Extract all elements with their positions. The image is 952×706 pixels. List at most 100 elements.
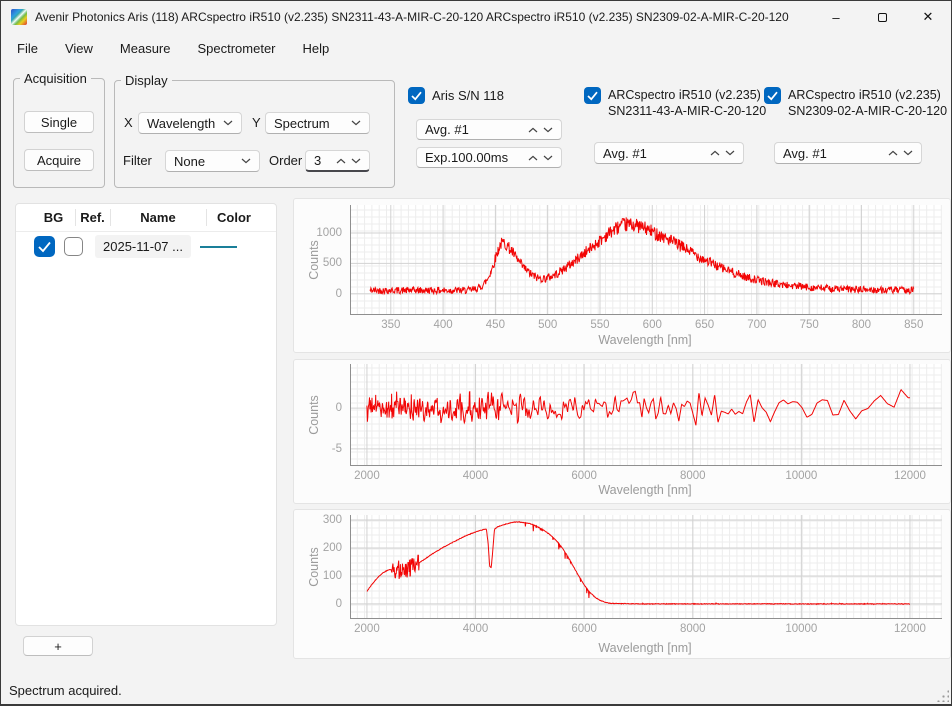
table-header-color: Color: [206, 208, 262, 228]
spectro2-device-checkbox-row: ARCspectro iR510 (v2.235) SN2309-02-A-MI…: [764, 87, 947, 119]
y-axis-select[interactable]: Spectrum: [265, 112, 370, 134]
x-axis-label: Wavelength [nm]: [350, 483, 940, 497]
chevron-up-icon[interactable]: [528, 127, 538, 133]
spectro2-checkbox-label: ARCspectro iR510 (v2.235) SN2309-02-A-MI…: [788, 87, 947, 119]
ref-checkbox[interactable]: [64, 237, 83, 256]
spectrum-name-cell[interactable]: 2025-11-07 ...: [95, 235, 191, 258]
spectro2-averaging-spinner[interactable]: Avg. #1: [774, 142, 922, 164]
x-tick-label: 12000: [894, 470, 926, 482]
close-button[interactable]: ✕: [905, 1, 951, 33]
chevron-up-icon[interactable]: [710, 150, 720, 156]
filter-select[interactable]: None: [165, 150, 260, 172]
x-tick-label: 4000: [463, 623, 489, 635]
x-axis-select-label: X: [124, 115, 133, 130]
chevron-down-icon[interactable]: [543, 155, 553, 161]
x-tick-label: 2000: [354, 470, 380, 482]
check-icon: [584, 87, 601, 104]
chevron-down-icon[interactable]: [903, 150, 913, 156]
aris-checkbox[interactable]: [408, 87, 425, 104]
y-tick-label: 500: [294, 255, 342, 271]
x-tick-label: 8000: [680, 623, 706, 635]
display-group: Display X Wavelength Y Spectrum Filter N…: [114, 80, 395, 188]
menu-measure[interactable]: Measure: [120, 41, 171, 56]
spectro1-checkbox[interactable]: [584, 87, 601, 104]
y-axis-select-label: Y: [252, 115, 261, 130]
header-separator: [75, 209, 76, 226]
x-tick-label: 6000: [571, 623, 597, 635]
y-tick-label: 1000: [294, 225, 342, 241]
plot-area[interactable]: [350, 364, 942, 466]
menu-file[interactable]: File: [17, 41, 38, 56]
spectrum-color-swatch[interactable]: [200, 246, 237, 248]
x-tick-label: 10000: [785, 623, 817, 635]
order-spinner-label: Order: [269, 153, 302, 168]
spectro1-averaging-spinner[interactable]: Avg. #1: [594, 142, 744, 164]
app-window: Avenir Photonics Aris (118) ARCspectro i…: [0, 0, 952, 706]
aris-exposure-spinner[interactable]: Exp.100.00ms: [416, 147, 562, 168]
chevron-up-icon[interactable]: [528, 155, 538, 161]
aris-checkbox-label: Aris S/N 118: [432, 87, 504, 104]
plot-area[interactable]: [350, 205, 942, 315]
check-icon: [408, 87, 425, 104]
table-header-bg: BG: [32, 208, 75, 228]
x-tick-label: 400: [433, 319, 452, 331]
x-tick-label: 6000: [571, 470, 597, 482]
single-button[interactable]: Single: [24, 111, 94, 133]
bg-checkbox[interactable]: [34, 236, 55, 257]
spectrum-plot-svg: [350, 515, 942, 619]
header-separator: [206, 209, 207, 226]
acquisition-group-title: Acquisition: [20, 71, 91, 86]
minimize-button[interactable]: –: [813, 1, 859, 33]
y-tick-label: 0: [294, 286, 342, 302]
chevron-down-icon[interactable]: [725, 150, 735, 156]
spectro1-checkbox-label: ARCspectro iR510 (v2.235) SN2311-43-A-MI…: [608, 87, 766, 119]
status-text: Spectrum acquired.: [9, 683, 122, 698]
chevron-down-icon: [351, 120, 361, 126]
x-tick-label: 450: [486, 319, 505, 331]
acquisition-group: Acquisition Single Acquire: [13, 78, 105, 188]
spectro1-device-checkbox-row: ARCspectro iR510 (v2.235) SN2311-43-A-MI…: [584, 87, 766, 119]
chevron-down-icon: [241, 158, 251, 164]
close-icon: ✕: [923, 9, 934, 25]
menu-help[interactable]: Help: [303, 41, 330, 56]
table-header-name: Name: [110, 208, 206, 228]
aris-averaging-spinner[interactable]: Avg. #1: [416, 119, 562, 140]
x-tick-label: 850: [904, 319, 923, 331]
menu-view[interactable]: View: [65, 41, 93, 56]
minimize-icon: –: [832, 10, 839, 25]
x-tick-label: 10000: [785, 470, 817, 482]
check-icon: [764, 87, 781, 104]
status-bar: Spectrum acquired.: [1, 676, 951, 704]
window-title: Avenir Photonics Aris (118) ARCspectro i…: [35, 10, 789, 24]
plot-area[interactable]: [350, 515, 942, 619]
spectrum-plot-svg: [350, 205, 942, 315]
y-tick-label: 200: [294, 540, 342, 556]
chevron-down-icon[interactable]: [351, 158, 361, 164]
chevron-up-icon[interactable]: [888, 150, 898, 156]
header-divider: [16, 231, 276, 232]
x-tick-label: 8000: [680, 470, 706, 482]
chevron-down-icon[interactable]: [543, 127, 553, 133]
spectrum-trace: [367, 390, 910, 426]
y-tick-label: 0: [294, 400, 342, 416]
x-axis-select[interactable]: Wavelength: [138, 112, 242, 134]
maximize-button[interactable]: [859, 1, 905, 33]
menu-bar: File View Measure Spectrometer Help: [1, 33, 951, 63]
spectro2-checkbox[interactable]: [764, 87, 781, 104]
display-group-title: Display: [121, 73, 172, 88]
chart-panel-mir-noise: Counts Wavelength [nm] 20004000600080001…: [293, 359, 951, 504]
chevron-down-icon: [223, 120, 233, 126]
x-tick-label: 750: [800, 319, 819, 331]
x-tick-label: 500: [538, 319, 557, 331]
spectrum-plot-svg: [350, 364, 942, 466]
order-spinner[interactable]: 3: [305, 150, 370, 172]
menu-spectrometer[interactable]: Spectrometer: [197, 41, 275, 56]
check-icon: [34, 236, 55, 257]
x-tick-label: 600: [643, 319, 662, 331]
header-separator: [110, 209, 111, 226]
add-spectrum-button[interactable]: +: [23, 636, 93, 656]
table-header-ref: Ref.: [75, 208, 110, 228]
x-tick-label: 350: [381, 319, 400, 331]
acquire-button[interactable]: Acquire: [24, 149, 94, 171]
chevron-up-icon[interactable]: [336, 158, 346, 164]
